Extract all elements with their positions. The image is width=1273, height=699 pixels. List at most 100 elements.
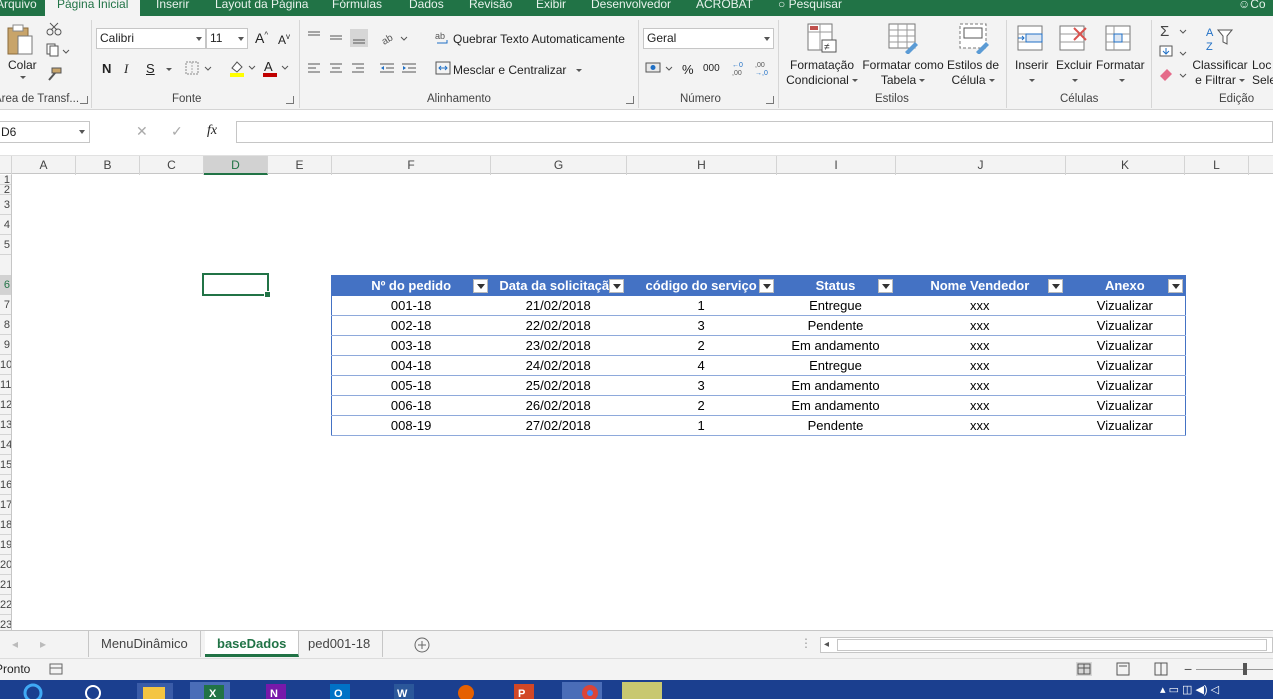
- status-cell[interactable]: Pendente: [776, 415, 895, 436]
- scroll-left-arrow-icon[interactable]: ◂: [824, 639, 829, 650]
- row-header[interactable]: 5: [0, 235, 11, 255]
- horizontal-scrollbar[interactable]: ◂: [820, 637, 1273, 653]
- find-select-button[interactable]: Loc Sele: [1252, 58, 1273, 88]
- column-header[interactable]: H: [627, 156, 777, 175]
- request-date-cell[interactable]: 22/02/2018: [490, 315, 627, 336]
- row-header[interactable]: 7: [0, 295, 11, 315]
- format-button[interactable]: Formatar: [1096, 58, 1145, 72]
- internet-explorer-icon[interactable]: [18, 681, 58, 699]
- sheet-tab-ped001-18[interactable]: ped001-18: [296, 631, 384, 657]
- tab-arquivo[interactable]: Arquivo: [0, 0, 37, 16]
- filter-dropdown-icon[interactable]: [877, 279, 893, 293]
- attachment-link-cell[interactable]: Vizualizar: [1064, 415, 1186, 436]
- tab-desenvolvedor[interactable]: Desenvolvedor: [591, 0, 671, 16]
- row-header[interactable]: 18: [0, 515, 11, 535]
- row-header[interactable]: 8: [0, 315, 11, 335]
- format-painter-icon[interactable]: [46, 67, 62, 81]
- delete-chevron-down-icon[interactable]: [1072, 79, 1078, 82]
- row-header[interactable]: 22: [0, 595, 11, 615]
- attachment-link-cell[interactable]: Vizualizar: [1064, 395, 1186, 416]
- underline-chevron-down-icon[interactable]: [166, 68, 172, 71]
- order-number-cell[interactable]: 003-18: [331, 335, 491, 356]
- add-sheet-icon[interactable]: [414, 637, 430, 653]
- tab-formulas[interactable]: Fórmulas: [332, 0, 382, 16]
- request-date-cell[interactable]: 27/02/2018: [490, 415, 627, 436]
- status-cell[interactable]: Pendente: [776, 315, 895, 336]
- column-header[interactable]: K: [1066, 156, 1185, 175]
- column-header[interactable]: J: [896, 156, 1066, 175]
- font-color-icon[interactable]: A: [261, 59, 291, 77]
- column-header[interactable]: B: [76, 156, 140, 175]
- service-code-cell[interactable]: 2: [626, 335, 777, 356]
- order-number-cell[interactable]: 001-18: [331, 295, 491, 316]
- select-all-corner[interactable]: [0, 156, 12, 175]
- column-header[interactable]: F: [332, 156, 491, 175]
- chrome-icon[interactable]: [562, 681, 602, 699]
- user-account[interactable]: ☺Co: [1238, 0, 1266, 16]
- merge-center-button[interactable]: Mesclar e Centralizar: [453, 63, 583, 77]
- tab-pagina-inicial[interactable]: Página Inicial: [45, 0, 141, 16]
- status-cell[interactable]: Em andamento: [776, 375, 895, 396]
- decrease-font-icon[interactable]: Av: [278, 32, 290, 47]
- row-header[interactable]: 4: [0, 215, 11, 235]
- word-icon[interactable]: W: [390, 681, 430, 699]
- filter-dropdown-icon[interactable]: [473, 279, 489, 293]
- font-name-select[interactable]: Calibri: [96, 28, 206, 49]
- outlook-icon[interactable]: O: [326, 681, 366, 699]
- font-size-select[interactable]: 11: [206, 28, 248, 49]
- tab-acrobat[interactable]: ACROBAT: [696, 0, 753, 16]
- filter-dropdown-icon[interactable]: [609, 279, 625, 293]
- active-cell[interactable]: [202, 273, 271, 298]
- fill-color-icon[interactable]: [228, 59, 258, 77]
- service-code-cell[interactable]: 3: [626, 315, 777, 336]
- service-code-cell[interactable]: 2: [626, 395, 777, 416]
- order-number-cell[interactable]: 008-19: [331, 415, 491, 436]
- bold-button[interactable]: N: [102, 61, 111, 76]
- row-header[interactable]: 17: [0, 495, 11, 515]
- firefox-icon[interactable]: [448, 681, 488, 699]
- scrollbar-thumb[interactable]: [837, 639, 1267, 651]
- borders-icon[interactable]: [185, 61, 215, 75]
- order-number-cell[interactable]: 005-18: [331, 375, 491, 396]
- column-header[interactable]: I: [777, 156, 896, 175]
- pinned-app-icon[interactable]: [622, 681, 662, 699]
- horizontal-align-icons[interactable]: [306, 62, 418, 76]
- status-cell[interactable]: Entregue: [776, 295, 895, 316]
- seller-name-cell[interactable]: xxx: [894, 295, 1065, 316]
- number-format-select[interactable]: Geral: [643, 28, 774, 49]
- row-header[interactable]: 15: [0, 455, 11, 475]
- sheet-tab-menudinamico[interactable]: MenuDinâmico: [88, 631, 201, 657]
- order-number-cell[interactable]: 004-18: [331, 355, 491, 376]
- splitter-handle-icon[interactable]: ⋮: [800, 636, 812, 650]
- service-code-cell[interactable]: 1: [626, 415, 777, 436]
- page-break-view-icon[interactable]: [1153, 662, 1169, 676]
- editing-small-icons[interactable]: Σ: [1158, 22, 1190, 88]
- row-header[interactable]: 3: [0, 195, 11, 215]
- column-header[interactable]: C: [140, 156, 204, 175]
- decimal-buttons-icon[interactable]: ←0,00,00→,0: [731, 60, 773, 76]
- status-cell[interactable]: Em andamento: [776, 335, 895, 356]
- cell-styles-button[interactable]: Estilos de Célula: [944, 58, 1002, 88]
- service-code-cell[interactable]: 1: [626, 295, 777, 316]
- cut-icon[interactable]: [46, 22, 62, 36]
- font-launcher-icon[interactable]: [286, 96, 294, 104]
- column-header[interactable]: G: [491, 156, 627, 175]
- wrap-text-button[interactable]: Quebrar Texto Automaticamente: [453, 32, 625, 46]
- row-header[interactable]: 1: [0, 175, 11, 185]
- excel-taskbar-icon[interactable]: X: [190, 681, 230, 699]
- request-date-cell[interactable]: 23/02/2018: [490, 335, 627, 356]
- insert-function-icon[interactable]: fx: [207, 123, 217, 139]
- status-cell[interactable]: Entregue: [776, 355, 895, 376]
- attachment-link-cell[interactable]: Vizualizar: [1064, 335, 1186, 356]
- zoom-out-icon[interactable]: −: [1184, 661, 1192, 677]
- sheet-tab-basedados[interactable]: baseDados: [205, 631, 300, 657]
- filter-dropdown-icon[interactable]: [1168, 279, 1183, 293]
- italic-button[interactable]: I: [124, 61, 128, 77]
- format-chevron-down-icon[interactable]: [1119, 79, 1125, 82]
- row-header[interactable]: 19: [0, 535, 11, 555]
- sort-filter-button[interactable]: Classificar e Filtrar: [1190, 58, 1250, 88]
- paste-button[interactable]: Colar: [8, 58, 37, 72]
- tab-revisao[interactable]: Revisão: [469, 0, 512, 16]
- insert-button[interactable]: Inserir: [1015, 58, 1048, 72]
- seller-name-cell[interactable]: xxx: [894, 315, 1065, 336]
